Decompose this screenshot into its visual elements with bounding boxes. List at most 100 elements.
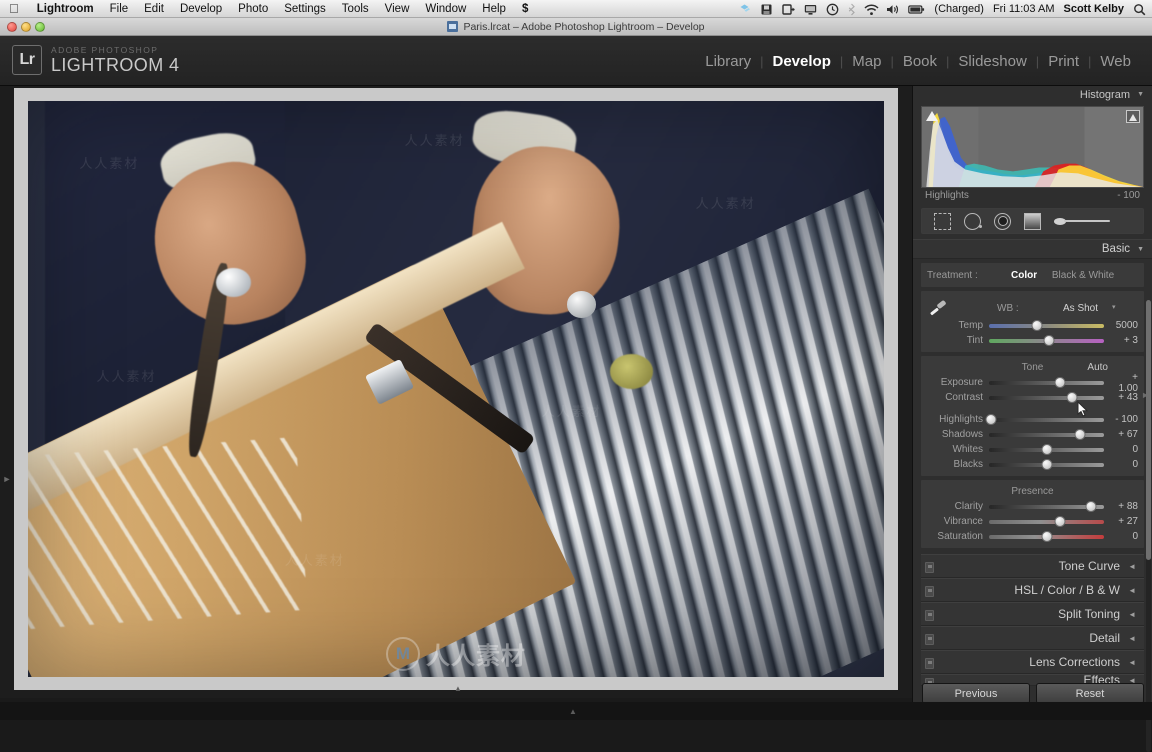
basic-panel-header[interactable]: Basic ▼ [913,239,1152,259]
slider-vibrance-track[interactable] [989,515,1104,527]
chevron-down-icon[interactable]: ▼ [1137,246,1144,253]
slider-blacks-knob[interactable] [1041,458,1052,470]
slider-saturation-track[interactable] [989,530,1104,542]
toolbar-toggle-arrow[interactable]: ▲ [450,684,466,694]
panel-lens-corrections[interactable]: Lens Corrections ◄ [921,650,1144,674]
panel-switch-icon[interactable] [925,658,934,669]
slider-whites-track[interactable] [989,443,1104,455]
left-panel-toggle-arrow[interactable]: ► [2,470,12,488]
slider-highlights[interactable]: Highlights - 100 [927,412,1138,427]
slider-shadows-knob[interactable] [1074,428,1086,440]
module-map[interactable]: Map [843,53,890,70]
red-eye-correction-tool-icon[interactable] [994,212,1011,230]
chevron-left-icon[interactable]: ◄ [1128,658,1136,667]
slider-whites-value[interactable]: 0 [1104,444,1138,455]
slider-shadows-value[interactable]: + 67 [1104,429,1138,440]
menu-lightroom[interactable]: Lightroom [29,0,102,18]
module-library[interactable]: Library [696,53,760,70]
chevron-left-icon[interactable]: ◄ [1128,562,1136,571]
treatment-color-option[interactable]: Color [1005,270,1043,281]
menu-settings[interactable]: Settings [276,0,334,18]
slider-shadows-track[interactable] [989,428,1104,440]
slider-vibrance-knob[interactable] [1054,515,1066,527]
eject-icon[interactable] [782,3,796,16]
slider-tint-track[interactable] [989,334,1104,346]
module-develop[interactable]: Develop [764,53,840,70]
slider-whites-knob[interactable] [1041,443,1052,455]
minimize-window-button[interactable] [21,22,31,32]
slider-saturation[interactable]: Saturation 0 [927,529,1138,544]
filmstrip-toggle-arrow[interactable]: ▲ [569,707,577,716]
slider-highlights-value[interactable]: - 100 [1104,414,1138,425]
slider-temp[interactable]: Temp 5000 [927,318,1138,333]
disk-icon[interactable] [760,3,773,16]
slider-highlights-knob[interactable] [985,413,997,425]
slider-saturation-knob[interactable] [1041,530,1052,542]
shadow-clipping-indicator[interactable] [925,110,939,123]
module-print[interactable]: Print [1039,53,1088,70]
slider-vibrance[interactable]: Vibrance + 27 [927,514,1138,529]
slider-saturation-value[interactable]: 0 [1104,531,1138,542]
volume-icon[interactable] [886,3,899,16]
graduated-filter-tool-icon[interactable] [1024,212,1041,230]
spotlight-search-icon[interactable] [1133,3,1146,16]
slider-exposure-track[interactable] [989,376,1104,388]
slider-tint-value[interactable]: + 3 [1104,335,1138,346]
slider-exposure-knob[interactable] [1054,376,1066,388]
identity-plate[interactable]: Lr ADOBE PHOTOSHOP LIGHTROOM 4 [12,45,179,75]
slider-clarity-knob[interactable] [1085,500,1097,512]
white-balance-value[interactable]: As Shot [1063,303,1098,314]
chevron-down-icon[interactable]: ▾ [1112,303,1116,311]
loupe-photo[interactable]: 人人素材 人人素材 人人素材 人人素材 人人素材 人人素材 M 人人素材 [28,101,884,677]
highlight-clipping-indicator[interactable] [1126,110,1140,123]
dropbox-icon[interactable] [738,3,751,16]
panel-switch-icon[interactable] [925,586,934,597]
slider-clarity-track[interactable] [989,500,1104,512]
menu-tools[interactable]: Tools [334,0,377,18]
slider-whites[interactable]: Whites 0 [927,442,1138,457]
battery-icon[interactable] [908,3,925,16]
crop-overlay-tool-icon[interactable] [934,212,951,230]
reset-button[interactable]: Reset [1036,683,1144,704]
slider-temp-value[interactable]: 5000 [1104,320,1138,331]
module-slideshow[interactable]: Slideshow [949,53,1035,70]
histogram-graph[interactable] [921,106,1144,188]
panel-switch-icon[interactable] [925,634,934,645]
chevron-left-icon[interactable]: ◄ [1128,586,1136,595]
zoom-window-button[interactable] [35,22,45,32]
spot-removal-tool-icon[interactable] [964,212,982,230]
slider-highlights-track[interactable] [985,413,1104,425]
display-icon[interactable] [804,3,817,16]
bluetooth-icon[interactable] [848,3,856,16]
slider-shadows[interactable]: Shadows + 67 [927,427,1138,442]
slider-blacks-value[interactable]: 0 [1104,459,1138,470]
slider-contrast-knob[interactable] [1066,391,1078,403]
slider-clarity[interactable]: Clarity + 88 [927,499,1138,514]
menu-view[interactable]: View [377,0,418,18]
histogram-panel-header[interactable]: Histogram ▼ [913,86,1152,104]
slider-contrast-track[interactable] [989,391,1104,403]
slider-blacks[interactable]: Blacks 0 [927,457,1138,472]
slider-clarity-value[interactable]: + 88 [1104,501,1138,512]
panel-switch-icon[interactable] [925,562,934,573]
previous-button[interactable]: Previous [922,683,1030,704]
slider-tint-knob[interactable] [1043,334,1055,346]
panel-hsl-color-bw[interactable]: HSL / Color / B & W ◄ [921,578,1144,602]
menu-photo[interactable]: Photo [230,0,276,18]
slider-tint[interactable]: Tint + 3 [927,333,1138,348]
chevron-left-icon[interactable]: ◄ [1128,634,1136,643]
module-book[interactable]: Book [894,53,946,70]
close-window-button[interactable] [7,22,17,32]
current-user-name[interactable]: Scott Kelby [1063,3,1124,15]
wifi-icon[interactable] [864,3,879,16]
slider-contrast[interactable]: Contrast + 43 [927,390,1138,405]
menu-window[interactable]: Window [417,0,474,18]
menu-help[interactable]: Help [474,0,514,18]
panel-detail[interactable]: Detail ◄ [921,626,1144,650]
slider-vibrance-value[interactable]: + 27 [1104,516,1138,527]
white-balance-selector-icon[interactable] [929,300,947,316]
apple-logo-icon[interactable]:  [9,2,19,15]
module-web[interactable]: Web [1091,53,1140,70]
slider-exposure[interactable]: Exposure + 1.00 [927,372,1138,394]
menu-file[interactable]: File [102,0,137,18]
